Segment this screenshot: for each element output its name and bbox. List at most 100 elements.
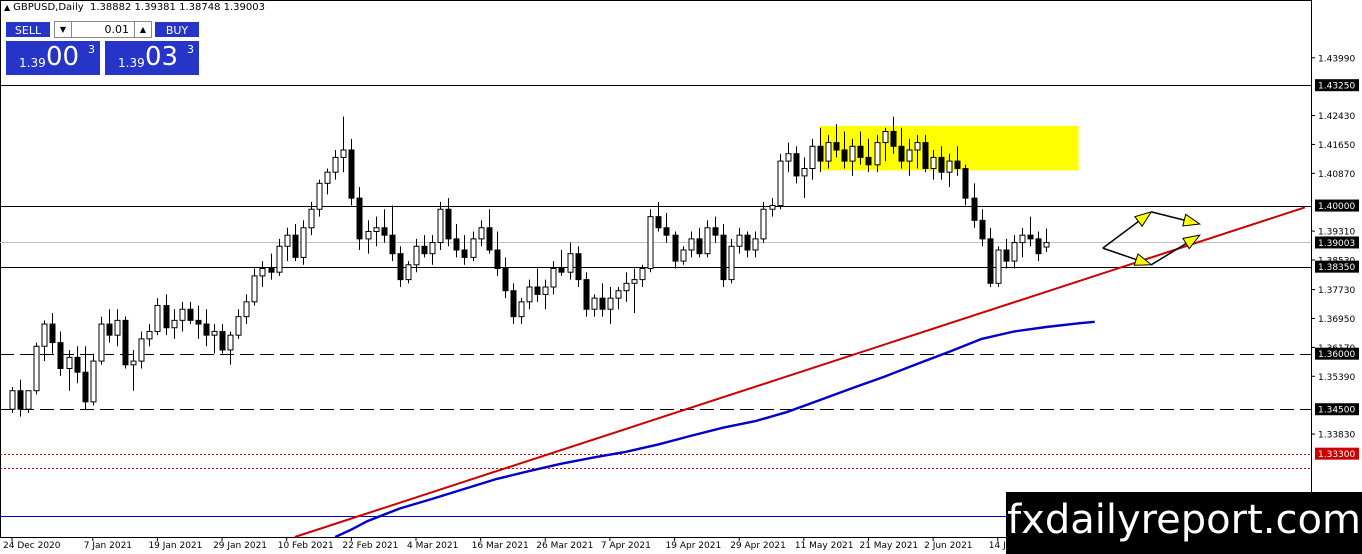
candle-body xyxy=(211,330,218,336)
candle-body xyxy=(259,268,266,277)
bid-big-digits: 00 xyxy=(46,42,80,72)
candle-body xyxy=(389,234,396,255)
candle-body xyxy=(841,149,848,162)
candle-body xyxy=(1043,242,1050,248)
candle-body xyxy=(365,230,372,240)
symbol-name: GBPUSD,Daily xyxy=(13,2,84,13)
collapse-triangle-icon[interactable]: ▲ xyxy=(4,3,10,12)
x-tick-label: 19 Apr 2021 xyxy=(666,541,722,551)
candle-body xyxy=(502,268,509,292)
candle-body xyxy=(672,234,679,262)
candle-body xyxy=(413,245,420,266)
candle-body xyxy=(49,323,56,344)
candle-body xyxy=(938,156,945,173)
candle-body xyxy=(696,238,703,255)
current-price-label: 1.39003 xyxy=(1318,239,1355,249)
candle-body xyxy=(898,145,905,162)
candle-body xyxy=(760,208,767,240)
candle-body xyxy=(163,305,170,329)
ask-price-box[interactable]: 1.39 03 3 xyxy=(104,40,200,76)
candle-body xyxy=(849,145,856,162)
candle-body xyxy=(655,216,662,229)
candle-body xyxy=(203,323,210,336)
candle-body xyxy=(825,142,832,162)
candle-body xyxy=(663,227,670,236)
price-chart[interactable]: 1.439901.424301.416501.408701.393101.385… xyxy=(0,0,1362,554)
candle-body xyxy=(518,301,525,318)
candle-body xyxy=(882,130,889,144)
candle-body xyxy=(647,216,654,269)
candle-body xyxy=(478,227,485,240)
candle-body xyxy=(243,301,250,318)
x-tick-label: 2 Jun 2021 xyxy=(924,541,972,551)
candle-body xyxy=(575,253,582,281)
buy-button[interactable]: BUY xyxy=(154,21,200,38)
candle-body xyxy=(268,268,275,273)
candle-body xyxy=(437,208,444,244)
candle-body xyxy=(914,142,921,151)
candle-body xyxy=(736,234,743,247)
candle-body xyxy=(534,286,541,295)
x-tick-label: 10 Feb 2021 xyxy=(278,541,334,551)
candle-body xyxy=(292,234,299,258)
y-tick-label: 1.40870 xyxy=(1318,170,1355,180)
candle-body xyxy=(769,205,776,210)
candle-body xyxy=(567,253,574,273)
candle-body xyxy=(680,249,687,262)
level-label: 1.34500 xyxy=(1318,406,1355,416)
bid-superscript: 3 xyxy=(88,43,95,56)
candle-body xyxy=(187,308,194,321)
candle-body xyxy=(801,168,808,177)
candle-body xyxy=(954,160,961,170)
candle-body xyxy=(356,197,363,240)
lot-size-value[interactable]: 0.01 xyxy=(105,22,130,37)
candle-body xyxy=(348,149,355,199)
x-tick-label: 7 Apr 2021 xyxy=(601,541,651,551)
candle-body xyxy=(74,356,81,373)
candle-body xyxy=(154,305,161,332)
candle-body xyxy=(227,334,234,351)
candle-body xyxy=(1019,234,1026,244)
candle-body xyxy=(583,279,590,310)
candle-body xyxy=(373,227,380,232)
candle-body xyxy=(41,323,48,347)
lot-size-stepper[interactable]: ▼ 0.01 ▲ xyxy=(54,21,152,38)
candle-body xyxy=(979,219,986,240)
candle-body xyxy=(66,356,73,369)
candle-body xyxy=(17,390,24,410)
candle-body xyxy=(219,330,226,351)
sell-button[interactable]: SELL xyxy=(5,21,51,38)
candle-body xyxy=(922,142,929,170)
candle-body xyxy=(25,390,32,410)
ohlc-values: 1.38882 1.39381 1.38748 1.39003 xyxy=(90,2,265,13)
candle-body xyxy=(308,208,315,229)
candle-body xyxy=(526,286,533,303)
level-label: 1.38350 xyxy=(1318,263,1355,273)
candle-body xyxy=(793,153,800,177)
price-axis: 1.439901.424301.416501.408701.393101.385… xyxy=(1311,54,1359,460)
candle-body xyxy=(276,245,283,273)
bid-price-box[interactable]: 1.39 00 3 xyxy=(5,40,101,76)
candle-body xyxy=(251,275,258,303)
candle-body xyxy=(122,319,129,366)
candle-body xyxy=(340,149,347,158)
lot-dropdown-icon[interactable]: ▼ xyxy=(55,22,72,37)
candle-body xyxy=(9,390,16,410)
candle-body xyxy=(486,227,493,251)
candle-body xyxy=(98,323,105,362)
candle-body xyxy=(930,156,937,170)
candle-body xyxy=(785,153,792,162)
level-label: 1.36000 xyxy=(1318,350,1355,360)
candle-body xyxy=(284,234,291,247)
candle-body xyxy=(688,238,695,251)
y-tick-label: 1.41650 xyxy=(1318,141,1355,151)
level-label: 1.43250 xyxy=(1318,82,1355,92)
x-tick-label: 24 Dec 2020 xyxy=(3,541,61,551)
x-tick-label: 16 Mar 2021 xyxy=(472,541,529,551)
x-tick-label: 21 May 2021 xyxy=(859,541,918,551)
candle-body xyxy=(138,338,145,362)
ask-superscript: 3 xyxy=(187,43,194,56)
candle-body xyxy=(623,282,630,292)
candle-body xyxy=(704,227,711,255)
lot-spin-icon[interactable]: ▲ xyxy=(134,22,151,37)
